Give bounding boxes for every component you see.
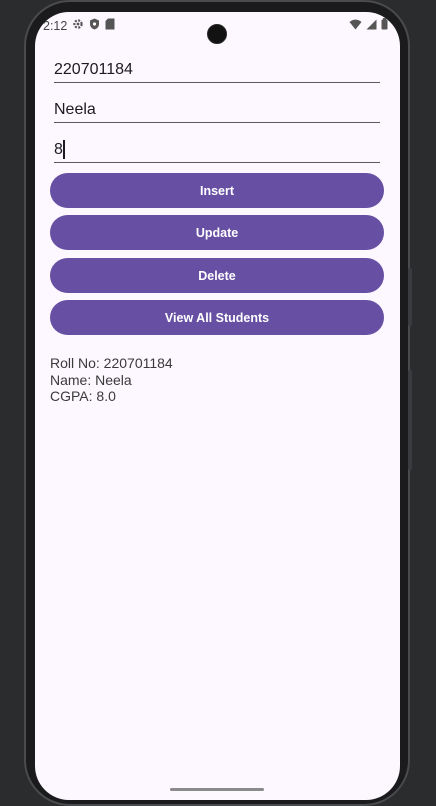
- shield-icon: [89, 18, 100, 33]
- status-left: 2:12: [43, 18, 115, 33]
- signal-icon: [366, 19, 377, 33]
- delete-button[interactable]: Delete: [50, 258, 384, 293]
- battery-icon: [381, 18, 388, 33]
- wifi-icon: [349, 19, 362, 33]
- insert-button[interactable]: Insert: [50, 173, 384, 208]
- result-name-line: Name: Neela: [50, 371, 132, 388]
- view-all-students-button[interactable]: View All Students: [50, 300, 384, 335]
- status-right: [349, 18, 388, 33]
- result-cgpa-line: CGPA: 8.0: [50, 388, 116, 404]
- cgpa-field[interactable]: [54, 138, 380, 163]
- volume-button[interactable]: [408, 370, 412, 470]
- front-camera: [207, 24, 227, 44]
- result-roll-line: Roll No: 220701184: [50, 355, 173, 371]
- result-text: Roll No: 220701184 Name: Neela CGPA: 8.0: [50, 355, 173, 405]
- app-screen: 2:12 220701184 Neela 8 Insert Update Del…: [35, 12, 400, 800]
- cgpa-input[interactable]: [54, 138, 380, 162]
- status-time: 2:12: [43, 18, 68, 33]
- name-input[interactable]: [54, 98, 380, 122]
- update-button[interactable]: Update: [50, 215, 384, 250]
- text-cursor: [63, 140, 65, 159]
- name-field[interactable]: [54, 98, 380, 123]
- sd-card-icon: [105, 18, 115, 33]
- home-indicator[interactable]: [170, 788, 264, 791]
- roll-no-field[interactable]: [54, 58, 380, 83]
- roll-no-input[interactable]: [54, 58, 380, 82]
- settings-icon: [72, 18, 84, 33]
- power-button[interactable]: [408, 268, 412, 326]
